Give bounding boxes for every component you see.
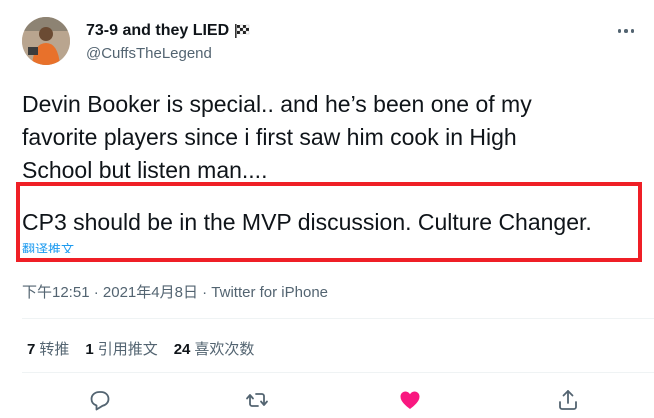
more-dot-icon (624, 29, 628, 33)
tweet-text: Devin Booker is special.. and he’s been … (22, 88, 642, 187)
more-dot-icon (617, 29, 622, 33)
heart-icon (400, 391, 420, 409)
divider (22, 318, 654, 319)
retweet-icon (246, 393, 268, 407)
tweet-time[interactable]: 下午12:51 (22, 284, 90, 301)
quotes-stat[interactable]: 1 引用推文 (85, 338, 157, 359)
author-name-row[interactable]: 73-9 and they LIED (86, 22, 254, 40)
avatar[interactable] (22, 17, 70, 65)
translate-tweet-link[interactable]: 翻译推文 (22, 243, 74, 253)
reply-button[interactable] (88, 388, 112, 412)
quotes-label: 引用推文 (97, 341, 158, 358)
meta-separator: · (89, 284, 103, 301)
quotes-count: 1 (85, 341, 94, 358)
divider (22, 372, 654, 373)
tweet-line: favorite players since i first saw him c… (22, 124, 517, 150)
tweet-actions (0, 388, 654, 418)
tweet-source[interactable]: Twitter for iPhone (211, 284, 328, 301)
tweet-timestamp: 下午12:51 · 2021年4月8日 · Twitter for iPhone (22, 281, 328, 302)
avatar-image (22, 17, 70, 65)
share-button[interactable] (556, 388, 580, 412)
retweets-label: 转推 (39, 341, 70, 358)
likes-label: 喜欢次数 (194, 341, 255, 358)
tweet-stats: 7 转推 1 引用推文 24 喜欢次数 (27, 338, 254, 359)
more-dot-icon (630, 29, 635, 33)
retweets-count: 7 (27, 341, 36, 358)
meta-separator: · (197, 284, 212, 301)
tweet-date[interactable]: 2021年4月8日 (103, 284, 198, 301)
tweet-highlighted-sentence: CP3 should be in the MVP discussion. Cul… (22, 209, 592, 235)
user-handle[interactable]: @CuffsTheLegend (86, 45, 212, 62)
like-button[interactable] (398, 388, 422, 412)
more-options-button[interactable] (612, 20, 640, 42)
reply-icon (90, 391, 110, 411)
retweets-stat[interactable]: 7 转推 (27, 338, 69, 359)
tweet-line: School but listen man.... (22, 157, 268, 183)
likes-count: 24 (173, 341, 191, 358)
display-name[interactable]: 73-9 and they LIED (86, 22, 229, 40)
likes-stat[interactable]: 24 喜欢次数 (174, 338, 255, 359)
tweet-line: Devin Booker is special.. and he’s been … (22, 91, 532, 117)
retweet-button[interactable] (245, 388, 269, 412)
checkered-flag-icon (234, 23, 254, 39)
share-icon (559, 390, 577, 410)
